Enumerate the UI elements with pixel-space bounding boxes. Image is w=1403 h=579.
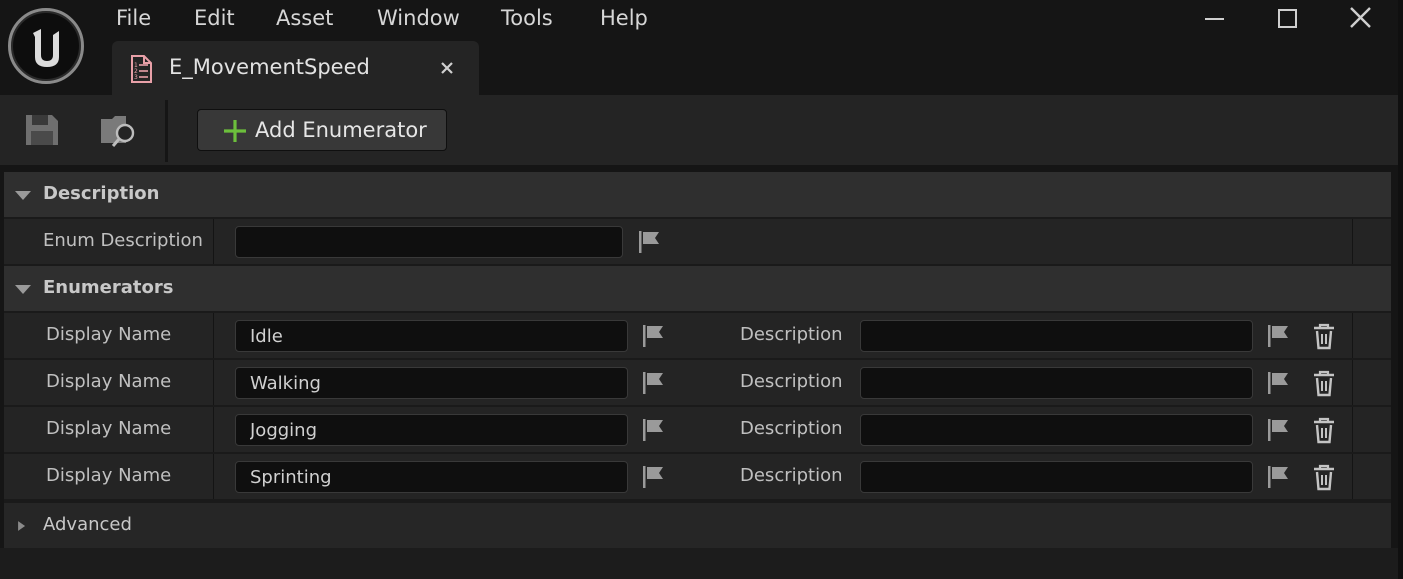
enumerator-description-field[interactable] bbox=[860, 367, 1253, 399]
enumerator-row: Display Name Description bbox=[4, 360, 1391, 405]
display-name-field[interactable] bbox=[235, 320, 628, 352]
add-enumerator-button[interactable]: Add Enumerator bbox=[197, 109, 447, 151]
localization-flag-icon[interactable] bbox=[1265, 464, 1291, 490]
enum-description-field[interactable] bbox=[235, 226, 623, 258]
panel-footer bbox=[0, 548, 1403, 579]
description-label: Description bbox=[740, 324, 843, 345]
title-bar: File Edit Asset Window Tools Help 1 2 3 … bbox=[0, 0, 1403, 95]
delete-enumerator-icon[interactable] bbox=[1311, 369, 1337, 397]
tab-title: E_MovementSpeed bbox=[169, 55, 370, 79]
description-label: Description bbox=[740, 465, 843, 486]
browse-asset-icon[interactable] bbox=[98, 111, 140, 149]
close-icon bbox=[1350, 7, 1371, 28]
enumerator-row: Display Name Description bbox=[4, 454, 1391, 499]
minimize-button[interactable] bbox=[1198, 4, 1232, 32]
column-divider bbox=[1352, 360, 1353, 405]
svg-text:3: 3 bbox=[134, 74, 138, 81]
window-edge bbox=[1398, 0, 1403, 579]
localization-flag-icon[interactable] bbox=[1265, 370, 1291, 396]
column-divider bbox=[1352, 454, 1353, 499]
tab-close-icon[interactable] bbox=[438, 56, 456, 80]
category-description-label: Description bbox=[43, 183, 160, 204]
details-panel: Description Enum Description Enumerators… bbox=[4, 172, 1391, 548]
column-divider bbox=[1352, 407, 1353, 452]
menu-window[interactable]: Window bbox=[377, 4, 460, 32]
toolbar: Add Enumerator bbox=[0, 95, 1403, 165]
display-name-label: Display Name bbox=[46, 371, 172, 392]
display-name-field[interactable] bbox=[235, 414, 628, 446]
category-advanced[interactable]: Advanced bbox=[4, 503, 1391, 548]
enumerator-row: Display Name Description bbox=[4, 407, 1391, 452]
enumerator-description-field[interactable] bbox=[860, 461, 1253, 493]
column-divider bbox=[213, 454, 214, 499]
maximize-icon bbox=[1278, 9, 1297, 28]
enum-description-label: Enum Description bbox=[43, 230, 203, 251]
enum-asset-icon: 1 2 3 bbox=[131, 55, 152, 83]
column-divider bbox=[213, 360, 214, 405]
display-name-label: Display Name bbox=[46, 465, 172, 486]
column-divider bbox=[1352, 219, 1353, 264]
column-divider bbox=[1352, 313, 1353, 358]
maximize-button[interactable] bbox=[1271, 4, 1305, 32]
minimize-icon bbox=[1205, 18, 1224, 20]
category-enumerators-label: Enumerators bbox=[43, 277, 174, 298]
localization-flag-icon[interactable] bbox=[1265, 417, 1291, 443]
enumerator-description-field[interactable] bbox=[860, 414, 1253, 446]
localization-flag-icon[interactable] bbox=[640, 464, 666, 490]
save-icon[interactable] bbox=[22, 111, 62, 149]
delete-enumerator-icon[interactable] bbox=[1311, 463, 1337, 491]
chevron-down-icon bbox=[15, 285, 31, 294]
display-name-field[interactable] bbox=[235, 367, 628, 399]
delete-enumerator-icon[interactable] bbox=[1311, 416, 1337, 444]
localization-flag-icon[interactable] bbox=[640, 370, 666, 396]
display-name-field[interactable] bbox=[235, 461, 628, 493]
localization-flag-icon[interactable] bbox=[640, 417, 666, 443]
add-enumerator-label: Add Enumerator bbox=[255, 118, 427, 142]
display-name-label: Display Name bbox=[46, 324, 172, 345]
menu-file[interactable]: File bbox=[116, 4, 151, 32]
description-label: Description bbox=[740, 371, 843, 392]
menu-help[interactable]: Help bbox=[600, 4, 648, 32]
enumerator-description-field[interactable] bbox=[860, 320, 1253, 352]
localization-flag-icon[interactable] bbox=[640, 323, 666, 349]
menu-tools[interactable]: Tools bbox=[501, 4, 553, 32]
column-divider bbox=[213, 313, 214, 358]
column-divider bbox=[213, 407, 214, 452]
chevron-down-icon bbox=[15, 191, 31, 200]
tab-e-movementspeed[interactable]: 1 2 3 E_MovementSpeed bbox=[112, 41, 479, 95]
localization-flag-icon[interactable] bbox=[636, 229, 662, 255]
column-divider bbox=[213, 219, 214, 264]
enumerator-row: Display Name Description bbox=[4, 313, 1391, 358]
unreal-logo[interactable] bbox=[8, 8, 84, 84]
localization-flag-icon[interactable] bbox=[1265, 323, 1291, 349]
enum-description-row: Enum Description bbox=[4, 219, 1391, 264]
description-label: Description bbox=[740, 418, 843, 439]
category-enumerators[interactable]: Enumerators bbox=[4, 266, 1391, 311]
menu-edit[interactable]: Edit bbox=[194, 4, 235, 32]
category-description[interactable]: Description bbox=[4, 172, 1391, 217]
chevron-right-icon bbox=[18, 521, 26, 531]
category-advanced-label: Advanced bbox=[43, 514, 132, 535]
display-name-label: Display Name bbox=[46, 418, 172, 439]
toolbar-separator bbox=[165, 100, 168, 162]
plus-icon bbox=[224, 120, 246, 142]
close-window-button[interactable] bbox=[1344, 4, 1378, 32]
menu-asset[interactable]: Asset bbox=[276, 4, 333, 32]
delete-enumerator-icon[interactable] bbox=[1311, 322, 1337, 350]
